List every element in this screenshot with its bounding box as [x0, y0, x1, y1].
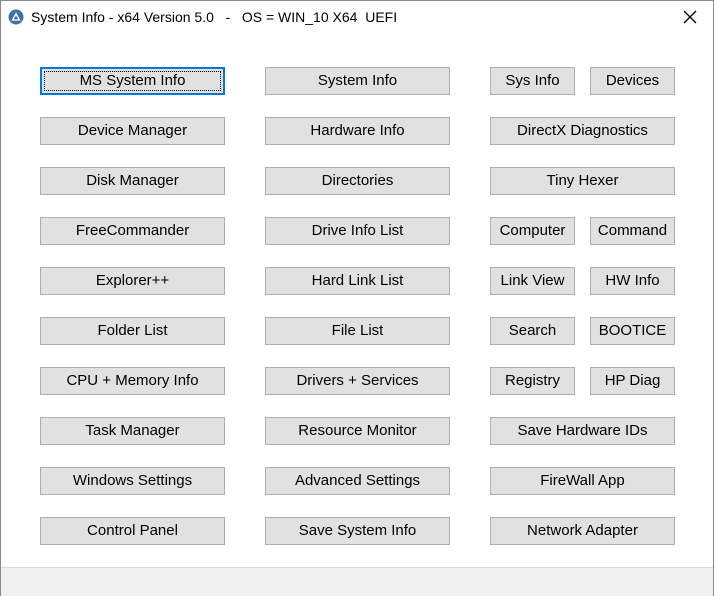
link-view-button[interactable]: Link View: [490, 267, 575, 295]
bootice-button[interactable]: BOOTICE: [590, 317, 675, 345]
search-button[interactable]: Search: [490, 317, 575, 345]
directx-diagnostics-button[interactable]: DirectX Diagnostics: [490, 117, 675, 145]
system-info-button[interactable]: System Info: [265, 67, 450, 95]
control-panel-button[interactable]: Control Panel: [40, 517, 225, 545]
status-bar: [1, 567, 713, 596]
main-window: System Info - x64 Version 5.0 - OS = WIN…: [0, 0, 714, 596]
close-icon: [683, 10, 697, 24]
folder-list-button[interactable]: Folder List: [40, 317, 225, 345]
hardware-info-button[interactable]: Hardware Info: [265, 117, 450, 145]
drive-info-list-button[interactable]: Drive Info List: [265, 217, 450, 245]
window-title: System Info - x64 Version 5.0 - OS = WIN…: [31, 9, 398, 25]
disk-manager-button[interactable]: Disk Manager: [40, 167, 225, 195]
drivers-services-button[interactable]: Drivers + Services: [265, 367, 450, 395]
title-bar[interactable]: System Info - x64 Version 5.0 - OS = WIN…: [1, 1, 713, 33]
cpu-memory-info-button[interactable]: CPU + Memory Info: [40, 367, 225, 395]
tiny-hexer-button[interactable]: Tiny Hexer: [490, 167, 675, 195]
advanced-settings-button[interactable]: Advanced Settings: [265, 467, 450, 495]
hw-info-button[interactable]: HW Info: [590, 267, 675, 295]
save-system-info-button[interactable]: Save System Info: [265, 517, 450, 545]
sys-info-button[interactable]: Sys Info: [490, 67, 575, 95]
explorer-pp-button[interactable]: Explorer++: [40, 267, 225, 295]
command-button[interactable]: Command: [590, 217, 675, 245]
ms-system-info-button[interactable]: MS System Info: [40, 67, 225, 95]
network-adapter-button[interactable]: Network Adapter: [490, 517, 675, 545]
firewall-app-button[interactable]: FireWall App: [490, 467, 675, 495]
resource-monitor-button[interactable]: Resource Monitor: [265, 417, 450, 445]
devices-button[interactable]: Devices: [590, 67, 675, 95]
freecommander-button[interactable]: FreeCommander: [40, 217, 225, 245]
registry-button[interactable]: Registry: [490, 367, 575, 395]
file-list-button[interactable]: File List: [265, 317, 450, 345]
hard-link-list-button[interactable]: Hard Link List: [265, 267, 450, 295]
computer-button[interactable]: Computer: [490, 217, 575, 245]
hp-diag-button[interactable]: HP Diag: [590, 367, 675, 395]
save-hardware-ids-button[interactable]: Save Hardware IDs: [490, 417, 675, 445]
close-button[interactable]: [667, 1, 713, 33]
task-manager-button[interactable]: Task Manager: [40, 417, 225, 445]
directories-button[interactable]: Directories: [265, 167, 450, 195]
focus-rect: [44, 71, 221, 91]
windows-settings-button[interactable]: Windows Settings: [40, 467, 225, 495]
app-triangle-icon: [8, 9, 24, 25]
device-manager-button[interactable]: Device Manager: [40, 117, 225, 145]
button-panel: MS System Info System Info Sys Info Devi…: [1, 33, 713, 567]
